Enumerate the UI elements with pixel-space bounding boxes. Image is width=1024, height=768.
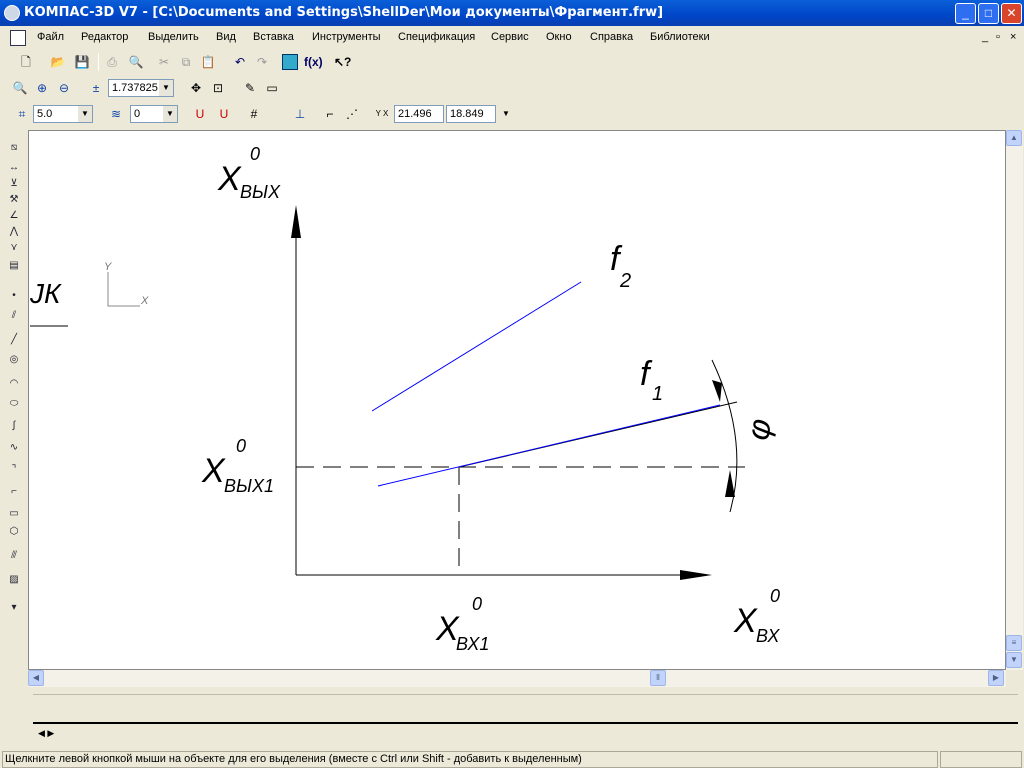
label-sub: 2 [619,270,631,292]
angle-arrow-top [712,380,722,402]
label-x-out1: X [201,452,226,490]
cs-y-label: Y [104,261,112,273]
panel-nav-arrows[interactable]: ◀ ▶ [38,728,54,739]
scroll-thumb[interactable]: ≡ [1006,635,1022,651]
label-sub: ВЫХ [240,182,281,202]
y-axis-arrow [291,205,301,238]
label-x-out: X [217,160,242,198]
drawing: X 0 ВЫХ X 0 ВЫХ1 X 0 ВХ1 X 0 ВХ f 2 f 1 … [29,144,780,654]
scroll-thumb[interactable]: ⦀ [650,670,666,686]
scroll-right-button[interactable]: ▶ [988,670,1004,686]
line-f1 [377,404,721,487]
label-sup: 0 [472,594,482,614]
line-f2 [371,281,582,412]
properties-panel [33,694,1018,724]
cs-x-label: X [140,295,149,307]
scroll-left-button[interactable]: ◀ [28,670,44,686]
scroll-down-button[interactable]: ▼ [1006,652,1022,668]
angle-arrow-bottom [725,470,735,497]
label-sup: 0 [250,144,260,164]
label-x-in: X [733,602,758,640]
label-sub: 1 [652,383,663,405]
status-bar: Щелкните левой кнопкой мыши на объекте д… [2,751,938,768]
x-axis-arrow [680,570,712,580]
label-sub: ВХ [756,626,780,646]
curves [371,281,721,487]
label-sup: 0 [770,586,780,606]
label-sub: ВЫХ1 [224,476,274,496]
label-sub: ВХ1 [456,634,489,654]
scroll-up-button[interactable]: ▲ [1006,130,1022,146]
label-partial: ЈК [29,278,62,309]
horizontal-scrollbar[interactable]: ◀ ⦀ ▶ [28,670,1006,687]
vertical-scrollbar[interactable]: ▲ ≡ ▼ [1006,130,1023,670]
label-phi: φ [739,416,778,443]
label-sup: 0 [236,436,246,456]
cs-icon [107,272,140,307]
status-bar-extra [940,751,1022,768]
